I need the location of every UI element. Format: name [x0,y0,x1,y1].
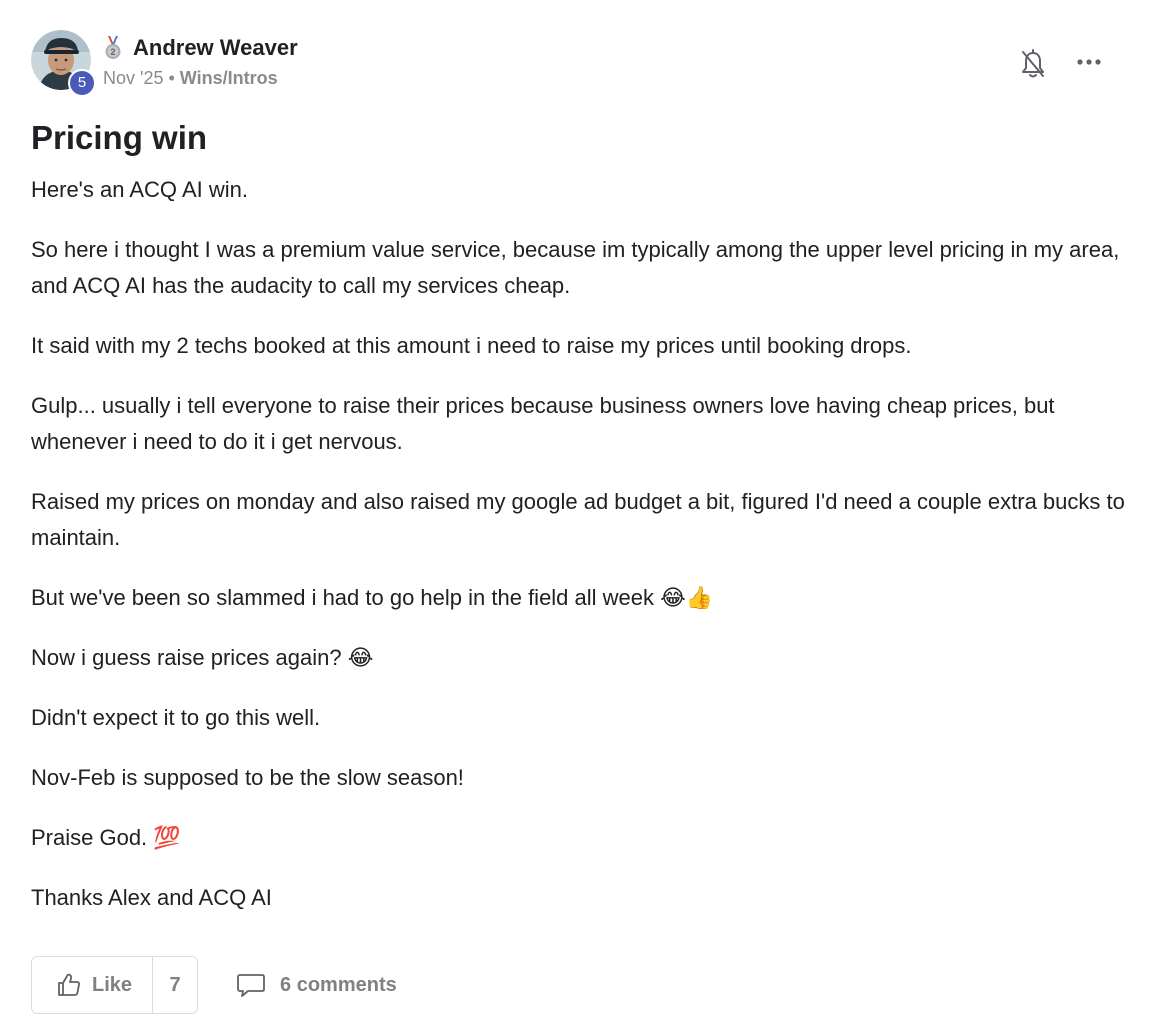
post-actions: Like 7 6 comments [31,955,397,1015]
post-paragraph: Now i guess raise prices again? 😂 [31,645,374,670]
post-body: Here's an ACQ AI win. So here i thought … [31,172,1126,916]
second-place-medal-icon: 2 [105,36,121,59]
post-meta: 2 Andrew Weaver Nov '25 • Wins/Intros [103,34,298,89]
post-date: Nov '25 [103,68,164,88]
author-name[interactable]: Andrew Weaver [133,35,298,61]
post-category[interactable]: Wins/Intros [180,68,278,89]
level-badge: 5 [68,69,96,97]
post-paragraph: Here's an ACQ AI win. [31,177,248,202]
author-row: 2 Andrew Weaver [103,34,298,62]
like-button[interactable]: Like [32,957,154,1013]
post-paragraph: Raised my prices on monday and also rais… [31,489,1125,550]
like-count[interactable]: 7 [153,957,197,1013]
comments-label: 6 comments [280,973,397,996]
more-options-icon[interactable] [1076,56,1102,68]
post-title: Pricing win [31,119,208,156]
like-control: Like 7 [31,956,199,1014]
like-label: Like [92,973,133,996]
post-paragraph: Praise God. 💯 [31,825,181,850]
post-paragraph: Gulp... usually i tell everyone to raise… [31,393,1055,454]
post-paragraph: Thanks Alex and ACQ AI [31,885,272,910]
post-card: 5 2 Andrew Weaver Nov '25 • Wins/Intros [31,30,1126,940]
post-paragraph: But we've been so slammed i had to go he… [31,585,714,610]
svg-text:2: 2 [110,47,115,57]
meta-separator: • [168,68,175,88]
post-header: 5 2 Andrew Weaver Nov '25 • Wins/Intros [31,30,1126,97]
post-paragraph: It said with my 2 techs booked at this a… [31,333,912,358]
post-paragraph: Nov-Feb is supposed to be the slow seaso… [31,765,464,790]
bell-off-icon[interactable] [1020,48,1046,80]
author-avatar-wrap[interactable]: 5 [31,30,96,97]
thumbs-up-icon [58,973,80,996]
comment-icon [237,974,265,997]
post-subline: Nov '25 • Wins/Intros [103,68,298,89]
post-paragraph: So here i thought I was a premium value … [31,237,1120,298]
comments-button[interactable]: 6 comments [236,972,397,998]
post-paragraph: Didn't expect it to go this well. [31,705,321,730]
